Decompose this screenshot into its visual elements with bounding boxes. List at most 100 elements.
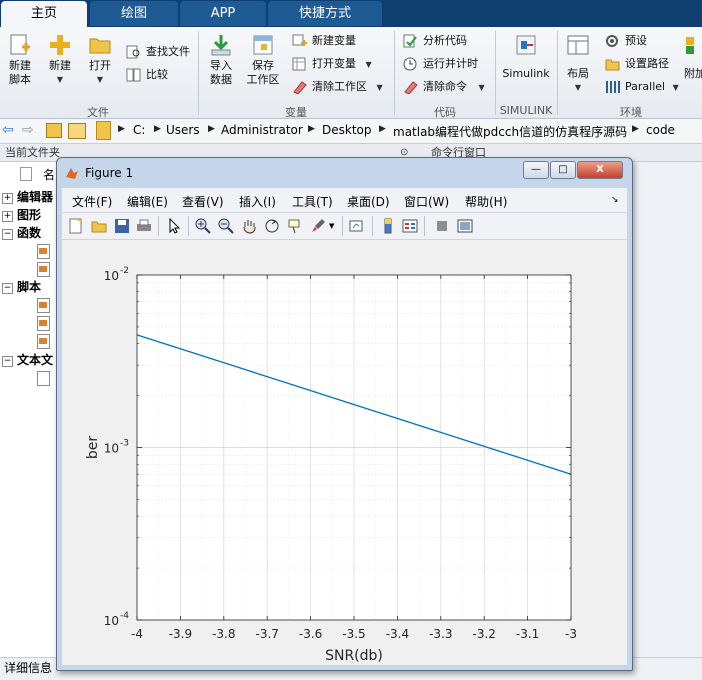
find-files-button[interactable]: 查找文件 bbox=[126, 43, 190, 61]
tab-home[interactable]: 主页 bbox=[1, 1, 87, 27]
menu-desktop[interactable]: 桌面(D) bbox=[347, 193, 390, 210]
pointer-icon[interactable] bbox=[166, 217, 182, 234]
tree-group-functions[interactable]: − 函数 bbox=[2, 225, 41, 241]
browse-folder-icon[interactable] bbox=[68, 123, 86, 139]
clear-commands-dropdown-icon: ▼ bbox=[478, 83, 485, 92]
new-variable-icon bbox=[292, 34, 307, 48]
colorbar-icon[interactable] bbox=[380, 218, 396, 234]
tree-group-text-files[interactable]: − 文本文 bbox=[2, 352, 53, 368]
expand-icon[interactable]: + bbox=[2, 211, 13, 222]
forward-arrow-icon[interactable]: ⇨ bbox=[22, 122, 34, 138]
expand-icon[interactable]: + bbox=[2, 193, 13, 204]
new-script-button[interactable]: 新建 脚本 bbox=[4, 33, 36, 87]
tree-group-scripts[interactable]: − 脚本 bbox=[2, 279, 41, 295]
chart[interactable]: -4 -3.9 -3.8 -3.7 -3.6 -3.5 -3.4 -3.3 -3.2 -3.1 -3… bbox=[62, 240, 627, 665]
function-file-icon[interactable] bbox=[37, 262, 50, 277]
data-cursor-icon[interactable] bbox=[287, 218, 303, 234]
pan-hand-icon[interactable] bbox=[241, 218, 257, 234]
collapse-icon[interactable]: − bbox=[2, 356, 13, 367]
menu-window[interactable]: 窗口(W) bbox=[404, 193, 449, 210]
compare-button[interactable]: 比较 bbox=[126, 66, 168, 84]
save-icon[interactable] bbox=[114, 218, 130, 234]
menubar-overflow-icon[interactable]: ↘ bbox=[611, 195, 619, 205]
folder-open-icon bbox=[88, 33, 112, 57]
breadcrumb-project[interactable]: matlab编程代做pdcch信道的仿真程序源码 bbox=[393, 123, 627, 140]
ribbon-separator bbox=[557, 31, 558, 115]
name-column-header[interactable]: 名 bbox=[43, 166, 55, 183]
hide-plot-tools-icon[interactable] bbox=[434, 218, 450, 234]
script-file-icon[interactable] bbox=[37, 334, 50, 349]
breadcrumb-code[interactable]: code bbox=[646, 123, 675, 137]
print-icon[interactable] bbox=[136, 218, 152, 234]
close-button[interactable]: X bbox=[577, 161, 623, 179]
back-arrow-icon[interactable]: ⇦ bbox=[2, 122, 14, 138]
open-button[interactable]: 打开 ▼ bbox=[84, 33, 116, 87]
new-label: 新建 bbox=[49, 59, 71, 72]
text-file-icon[interactable] bbox=[37, 371, 50, 386]
breadcrumb-drive[interactable]: C: bbox=[133, 123, 145, 137]
preferences-button[interactable]: 预设 bbox=[605, 32, 647, 50]
menu-insert[interactable]: 插入(I) bbox=[239, 193, 276, 210]
group-variable-label: 变量 bbox=[285, 106, 307, 119]
link-plot-icon[interactable] bbox=[349, 218, 365, 234]
clear-workspace-button[interactable]: 清除工作区 ▼ bbox=[292, 78, 383, 96]
show-plot-tools-icon[interactable] bbox=[457, 218, 473, 234]
menu-help[interactable]: 帮助(H) bbox=[465, 193, 507, 210]
rotate-3d-icon[interactable] bbox=[264, 218, 280, 234]
details-label[interactable]: 详细信息 bbox=[4, 661, 52, 675]
y-tick-label: 10 bbox=[104, 614, 119, 628]
minimize-button[interactable]: — bbox=[523, 161, 549, 179]
addons-button[interactable]: 附加 bbox=[684, 33, 702, 81]
current-folder-title: 当前文件夹 bbox=[5, 146, 60, 159]
save-workspace-button[interactable]: 保存 工作区 bbox=[244, 33, 282, 87]
new-variable-button[interactable]: 新建变量 bbox=[292, 32, 356, 50]
zoom-out-icon[interactable] bbox=[218, 218, 234, 234]
brush-icon[interactable] bbox=[310, 218, 326, 234]
collapse-icon[interactable]: − bbox=[2, 229, 13, 240]
menu-edit[interactable]: 编辑(E) bbox=[127, 193, 168, 210]
new-button[interactable]: 新建 ▼ bbox=[44, 33, 76, 87]
maximize-button[interactable]: □ bbox=[550, 161, 576, 179]
legend-icon[interactable] bbox=[402, 218, 418, 234]
breadcrumb-users[interactable]: Users bbox=[166, 123, 200, 137]
menu-tools[interactable]: 工具(T) bbox=[292, 193, 333, 210]
run-and-time-button[interactable]: 运行并计时 bbox=[403, 55, 478, 73]
breadcrumb-administrator[interactable]: Administrator bbox=[221, 123, 303, 137]
script-file-icon[interactable] bbox=[37, 298, 50, 313]
toolbar-separator bbox=[372, 216, 373, 236]
parallel-button[interactable]: Parallel ▼ bbox=[605, 78, 679, 96]
zoom-in-icon[interactable] bbox=[195, 218, 211, 234]
tab-plots[interactable]: 绘图 bbox=[90, 1, 178, 26]
analyze-code-button[interactable]: 分析代码 bbox=[403, 32, 467, 50]
new-variable-label: 新建变量 bbox=[312, 34, 356, 47]
x-tick-label: -4 bbox=[131, 627, 143, 641]
layout-button[interactable]: 布局 ▼ bbox=[562, 33, 594, 95]
new-figure-icon[interactable] bbox=[68, 218, 84, 234]
import-data-button[interactable]: 导入 数据 bbox=[204, 33, 238, 87]
clear-workspace-dropdown-icon: ▼ bbox=[376, 83, 383, 92]
tree-group-figures[interactable]: + 图形 bbox=[2, 207, 41, 223]
figure-window: Figure 1 — □ X 文件(F) 编辑(E) 查看(V) 插入(I) 工… bbox=[56, 157, 633, 671]
menu-file[interactable]: 文件(F) bbox=[72, 193, 112, 210]
menu-view[interactable]: 查看(V) bbox=[182, 193, 224, 210]
function-file-icon[interactable] bbox=[37, 244, 50, 259]
x-tick-label: -3.9 bbox=[169, 627, 192, 641]
tab-apps[interactable]: APP bbox=[180, 1, 266, 26]
open-variable-button[interactable]: 打开变量 ▼ bbox=[292, 55, 372, 73]
open-variable-icon bbox=[292, 57, 307, 71]
x-tick-label: -3.6 bbox=[299, 627, 322, 641]
tree-group-editor[interactable]: + 编辑器 bbox=[2, 189, 53, 205]
brush-dropdown-icon[interactable]: ▼ bbox=[329, 222, 334, 230]
clear-commands-button[interactable]: 清除命令 ▼ bbox=[403, 78, 485, 96]
open-file-icon[interactable] bbox=[91, 218, 107, 234]
x-tick-label: -3.3 bbox=[429, 627, 452, 641]
tab-shortcuts[interactable]: 快捷方式 bbox=[268, 1, 382, 26]
set-path-button[interactable]: 设置路径 bbox=[605, 55, 669, 73]
collapse-icon[interactable]: − bbox=[2, 283, 13, 294]
up-folder-icon[interactable] bbox=[46, 123, 62, 138]
layout-icon bbox=[566, 33, 590, 57]
simulink-button[interactable]: Simulink bbox=[500, 33, 552, 81]
breadcrumb-desktop[interactable]: Desktop bbox=[322, 123, 372, 137]
script-file-icon[interactable] bbox=[37, 316, 50, 331]
breadcrumb-separator-icon: ▶ bbox=[154, 124, 161, 134]
